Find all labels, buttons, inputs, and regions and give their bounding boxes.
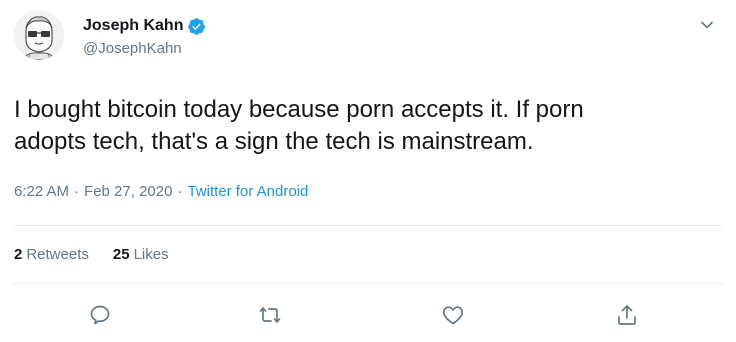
tweet-meta: 6:22 AM · Feb 27, 2020 · Twitter for And… xyxy=(14,183,308,200)
retweet-icon xyxy=(259,307,281,323)
retweet-button[interactable] xyxy=(257,302,283,328)
divider xyxy=(14,225,722,226)
meta-separator: · xyxy=(177,183,183,200)
chevron-down-icon[interactable] xyxy=(700,18,714,32)
tweet-card: Joseph Kahn @JosephKahn I bought bitcoin… xyxy=(0,0,736,342)
action-bar xyxy=(0,302,736,332)
author-name[interactable]: Joseph Kahn xyxy=(83,17,183,35)
name-row: Joseph Kahn xyxy=(83,16,206,36)
tweet-time[interactable]: 6:22 AM xyxy=(14,183,69,200)
likes-stat[interactable]: 25 Likes xyxy=(113,246,169,263)
avatar[interactable] xyxy=(14,10,64,60)
retweets-label: Retweets xyxy=(26,246,89,263)
retweets-count: 2 xyxy=(14,246,23,263)
tweet-date[interactable]: Feb 27, 2020 xyxy=(84,183,172,200)
share-icon xyxy=(618,305,636,325)
likes-label: Likes xyxy=(133,246,169,263)
tweet-text: I bought bitcoin today because porn acce… xyxy=(14,96,584,155)
divider xyxy=(14,283,722,284)
tweet-source-link[interactable]: Twitter for Android xyxy=(187,183,308,200)
author-block: Joseph Kahn @JosephKahn xyxy=(83,16,206,57)
tweet-stats: 2 Retweets 25 Likes xyxy=(14,246,169,263)
author-handle[interactable]: @JosephKahn xyxy=(83,40,206,57)
meta-separator: · xyxy=(74,183,80,200)
reply-button[interactable] xyxy=(87,302,113,328)
avatar-sketch-icon xyxy=(14,10,64,60)
retweets-stat[interactable]: 2 Retweets xyxy=(14,246,89,263)
share-button[interactable] xyxy=(614,302,640,328)
likes-count: 25 xyxy=(112,246,130,263)
like-icon xyxy=(442,306,464,325)
like-button[interactable] xyxy=(440,302,466,328)
verified-badge-icon xyxy=(187,17,206,36)
reply-icon xyxy=(90,305,110,325)
